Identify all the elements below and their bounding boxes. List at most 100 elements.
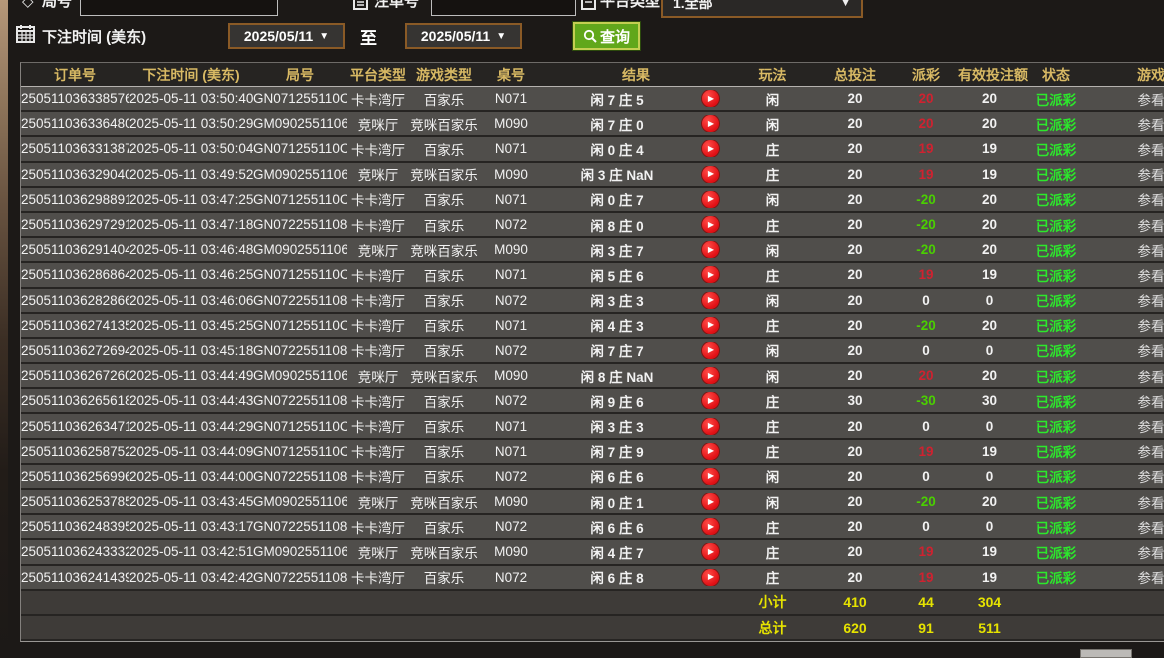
cell-payout: 19	[894, 267, 958, 282]
cell-game-type: 竞咪百家乐	[409, 164, 479, 184]
cell-replay: ▶	[691, 115, 729, 132]
play-icon[interactable]: ▶	[702, 392, 719, 409]
bet-no-input[interactable]	[431, 0, 576, 16]
play-icon[interactable]: ▶	[702, 292, 719, 309]
cell-game-link-clipped[interactable]: 参看	[1091, 441, 1164, 461]
cell-total-bet: 20	[816, 343, 894, 358]
play-icon[interactable]: ▶	[702, 443, 719, 460]
play-icon[interactable]: ▶	[702, 266, 719, 283]
cell-total-bet: 20	[816, 494, 894, 509]
cell-game-link-clipped[interactable]: 参看	[1091, 391, 1164, 411]
table-row: 250511036329040 2025-05-11 03:49:52 GM09…	[21, 163, 1164, 188]
table-row: 250511036282866 2025-05-11 03:46:06 GN07…	[21, 289, 1164, 314]
cell-game-link-clipped[interactable]: 参看	[1091, 567, 1164, 587]
cell-game-link-clipped[interactable]: 参看	[1091, 164, 1164, 184]
cell-platform-type: 竞咪厅	[347, 366, 409, 386]
cell-game-link-clipped[interactable]: 参看	[1091, 265, 1164, 285]
cell-bet-side: 庄	[729, 265, 816, 285]
cell-bet-side: 闲	[729, 114, 816, 134]
cell-bet-time: 2025-05-11 03:47:18	[129, 217, 253, 232]
cell-game-link-clipped[interactable]: 参看	[1091, 139, 1164, 159]
cell-payout: 0	[894, 469, 958, 484]
cell-order-no: 250511036272694	[21, 343, 129, 358]
play-icon[interactable]: ▶	[702, 468, 719, 485]
cell-game-link-clipped[interactable]: 参看	[1091, 189, 1164, 209]
date-to-picker[interactable]: 2025/05/11 ▼	[405, 23, 522, 49]
cell-status: 已派彩	[1021, 567, 1091, 587]
cell-status: 已派彩	[1021, 366, 1091, 386]
header-game-clipped: 游戏	[1091, 65, 1164, 85]
cell-result: 闲 0 庄 7	[543, 189, 691, 209]
play-icon[interactable]: ▶	[702, 342, 719, 359]
cell-bet-time: 2025-05-11 03:44:49	[129, 368, 253, 383]
cell-game-link-clipped[interactable]: 参看	[1091, 290, 1164, 310]
play-icon[interactable]: ▶	[702, 569, 719, 586]
cell-bet-side: 庄	[729, 517, 816, 537]
cell-payout: 0	[894, 419, 958, 434]
play-icon[interactable]: ▶	[702, 418, 719, 435]
cell-valid-bet: 20	[958, 494, 1021, 509]
play-icon[interactable]: ▶	[702, 518, 719, 535]
cell-result: 闲 5 庄 6	[543, 265, 691, 285]
cell-game-link-clipped[interactable]: 参看	[1091, 517, 1164, 537]
play-icon[interactable]: ▶	[702, 191, 719, 208]
play-icon[interactable]: ▶	[702, 90, 719, 107]
cell-table-no: N072	[479, 343, 543, 358]
play-icon[interactable]: ▶	[702, 166, 719, 183]
cell-round-no: GN071255110CD	[253, 444, 347, 459]
cell-payout: 19	[894, 544, 958, 559]
play-icon[interactable]: ▶	[702, 140, 719, 157]
cell-result: 闲 8 庄 NaN	[543, 366, 691, 386]
play-icon[interactable]: ▶	[702, 241, 719, 258]
cell-table-no: M090	[479, 544, 543, 559]
subtotal-valid-bet: 304	[958, 594, 1021, 610]
play-icon[interactable]: ▶	[702, 115, 719, 132]
cell-replay: ▶	[691, 216, 729, 233]
cell-game-link-clipped[interactable]: 参看	[1091, 114, 1164, 134]
cell-result: 闲 3 庄 3	[543, 416, 691, 436]
cell-round-no: GN071255110CQ	[253, 141, 347, 156]
play-icon[interactable]: ▶	[702, 543, 719, 560]
cell-bet-time: 2025-05-11 03:50:40	[129, 91, 253, 106]
table-row: 250511036265618 2025-05-11 03:44:43 GN07…	[21, 389, 1164, 414]
cell-game-link-clipped[interactable]: 参看	[1091, 315, 1164, 335]
play-icon[interactable]: ▶	[702, 216, 719, 233]
cell-game-link-clipped[interactable]: 参看	[1091, 89, 1164, 109]
cell-game-link-clipped[interactable]: 参看	[1091, 340, 1164, 360]
cell-order-no: 250511036258752	[21, 444, 129, 459]
table-row: 250511036243332 2025-05-11 03:42:51 GM09…	[21, 540, 1164, 565]
cell-valid-bet: 20	[958, 242, 1021, 257]
cell-game-link-clipped[interactable]: 参看	[1091, 542, 1164, 562]
date-from-picker[interactable]: 2025/05/11 ▼	[228, 23, 345, 49]
horizontal-scrollbar-thumb[interactable]	[1080, 649, 1132, 658]
cell-platform-type: 卡卡湾厅	[347, 340, 409, 360]
header-platform-type: 平台类型	[347, 65, 409, 85]
cell-result: 闲 7 庄 9	[543, 441, 691, 461]
cell-game-type: 百家乐	[409, 416, 479, 436]
cell-game-link-clipped[interactable]: 参看	[1091, 466, 1164, 486]
cell-bet-side: 闲	[729, 240, 816, 260]
cell-bet-time: 2025-05-11 03:46:06	[129, 293, 253, 308]
cell-bet-time: 2025-05-11 03:46:25	[129, 267, 253, 282]
cell-bet-side: 庄	[729, 139, 816, 159]
cell-game-link-clipped[interactable]: 参看	[1091, 492, 1164, 512]
cell-bet-side: 闲	[729, 366, 816, 386]
cell-game-link-clipped[interactable]: 参看	[1091, 366, 1164, 386]
header-payout: 派彩	[894, 65, 958, 85]
cell-game-link-clipped[interactable]: 参看	[1091, 215, 1164, 235]
play-icon[interactable]: ▶	[702, 367, 719, 384]
cell-valid-bet: 0	[958, 293, 1021, 308]
cell-game-type: 百家乐	[409, 340, 479, 360]
platform-type-select[interactable]: 1.全部 ▼	[661, 0, 863, 18]
cell-game-link-clipped[interactable]: 参看	[1091, 240, 1164, 260]
play-icon[interactable]: ▶	[702, 317, 719, 334]
cell-round-no: GN071255110CK	[253, 192, 347, 207]
cell-bet-side: 庄	[729, 567, 816, 587]
cell-bet-side: 庄	[729, 441, 816, 461]
table-row: 250511036286864 2025-05-11 03:46:25 GN07…	[21, 263, 1164, 288]
cell-game-link-clipped[interactable]: 参看	[1091, 416, 1164, 436]
round-no-input[interactable]	[80, 0, 278, 16]
cell-round-no: GN071255110CE	[253, 419, 347, 434]
query-button[interactable]: 查询	[573, 22, 640, 50]
play-icon[interactable]: ▶	[702, 493, 719, 510]
